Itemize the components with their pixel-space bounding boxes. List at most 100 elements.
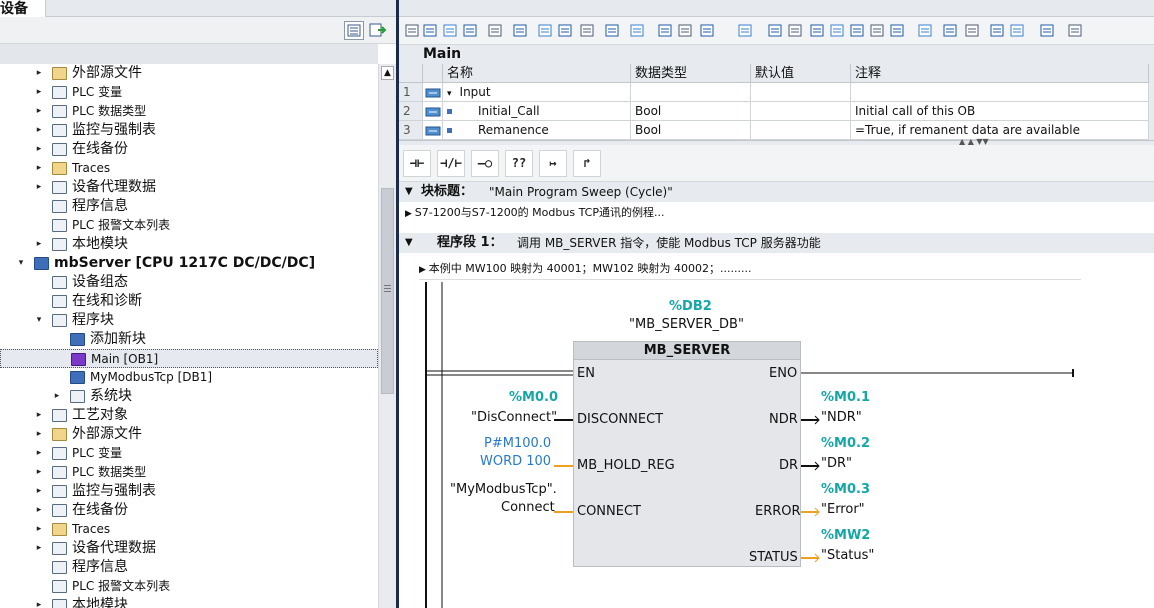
expand-arrow-icon[interactable]: ▸ (34, 159, 44, 178)
instance-db-name[interactable]: "MB_SERVER_DB" (629, 317, 744, 332)
empty-box-button[interactable]: ?? (505, 150, 533, 177)
expand-arrow-icon[interactable]: ▸ (34, 596, 44, 608)
expand-arrow-icon[interactable]: ▸ (34, 64, 44, 83)
expand-arrow-icon[interactable]: ▸ (34, 406, 44, 425)
expand-arrow-icon[interactable]: ▸ (34, 178, 44, 197)
param-default[interactable] (751, 83, 851, 102)
tree-scrollbar[interactable]: ▲ (378, 64, 396, 608)
scrollbar-thumb[interactable] (381, 188, 394, 394)
open-branch-button[interactable]: ↦ (539, 150, 567, 177)
reset-start-icon[interactable] (487, 22, 504, 39)
insert-network-icon[interactable] (404, 22, 421, 39)
network-title[interactable]: 调用 MB_SERVER 指令，使能 Modbus TCP 服务器功能 (517, 233, 821, 253)
tree-item[interactable]: ▸ 在线备份 (0, 501, 378, 520)
tree-item[interactable]: ▸ 系统块 (0, 387, 378, 406)
tree-item[interactable]: ▸ PLC 数据类型 (0, 463, 378, 482)
tree-item[interactable]: ▸ 本地模块 (0, 596, 378, 608)
compile-icon[interactable] (917, 22, 934, 39)
tree-item[interactable]: ▸ 设备代理数据 (0, 539, 378, 558)
error-operand[interactable]: "Error" (821, 502, 865, 517)
tree-item[interactable]: 程序信息 (0, 558, 378, 577)
param-name[interactable]: ▾ Input (443, 83, 631, 102)
stop-icon[interactable] (737, 22, 754, 39)
nc-contact-button[interactable]: ⊣/⊢ (437, 150, 465, 177)
offline-icon[interactable] (1009, 22, 1026, 39)
monitoring-icon[interactable] (1039, 22, 1056, 39)
param-comment[interactable] (851, 83, 1149, 102)
watch-icon[interactable] (809, 22, 826, 39)
expand-arrow-icon[interactable]: ▸ (34, 463, 44, 482)
dr-operand[interactable]: "DR" (821, 456, 852, 471)
interface-row[interactable]: 1 ▾ Input (399, 83, 1154, 102)
ndr-operand[interactable]: "NDR" (821, 410, 862, 425)
upload-icon[interactable] (964, 22, 981, 39)
connect-db-operand[interactable]: "MyModbusTcp". (450, 482, 557, 497)
tree-item[interactable]: ▸ Traces (0, 159, 378, 178)
tree-item[interactable]: ▾ 程序块 (0, 311, 378, 330)
disconnect-operand[interactable]: "DisConnect" (471, 410, 557, 425)
expand-arrow-icon[interactable]: ▸ (34, 501, 44, 520)
param-type[interactable]: Bool (631, 121, 751, 140)
display-format-icon[interactable] (657, 22, 674, 39)
next-error-icon[interactable] (849, 22, 866, 39)
previous-error-icon[interactable] (869, 22, 886, 39)
hold-reg-operand[interactable]: WORD 100 (480, 454, 551, 469)
close-all-icon[interactable] (699, 22, 716, 39)
tree-item[interactable]: Main [OB1] (0, 349, 378, 368)
tree-item[interactable]: ▸ 本地模块 (0, 235, 378, 254)
absolute-operands-icon[interactable] (512, 22, 529, 39)
interface-row[interactable]: 2 Initial_Call Bool Initial call of this OB (399, 102, 1154, 121)
param-type[interactable] (631, 83, 751, 102)
open-all-icon[interactable] (677, 22, 694, 39)
tree-item[interactable]: ▸ 在线备份 (0, 140, 378, 159)
tree-item[interactable]: 设备组态 (0, 273, 378, 292)
scroll-up-icon[interactable]: ▲ (381, 66, 394, 80)
expand-arrow-icon[interactable]: ▸ (34, 121, 44, 140)
coil-button[interactable]: –○ (471, 150, 499, 177)
zoom-icon[interactable] (629, 22, 646, 39)
param-name[interactable]: Initial_Call (443, 102, 631, 121)
expand-arrow-icon[interactable]: ▸ (34, 140, 44, 159)
block-title-value[interactable]: "Main Program Sweep (Cycle)" (489, 182, 673, 202)
param-type[interactable]: Bool (631, 102, 751, 121)
tree-item[interactable]: ▸ PLC 变量 (0, 83, 378, 102)
tree-item[interactable]: ▸ 外部源文件 (0, 425, 378, 444)
expand-arrow-icon[interactable]: ▸ (34, 444, 44, 463)
expand-arrow-icon[interactable]: ▾ (447, 89, 452, 99)
tree-item[interactable]: PLC 报警文本列表 (0, 216, 378, 235)
tree-item[interactable]: ▸ 设备代理数据 (0, 178, 378, 197)
expand-arrow-icon[interactable]: ▾ (16, 254, 26, 273)
go-to-icon[interactable] (767, 22, 784, 39)
step-icon[interactable] (889, 22, 906, 39)
tree-item[interactable]: ▸ 外部源文件 (0, 64, 378, 83)
expand-arrow-icon[interactable]: ▸ (52, 387, 62, 406)
delete-network-icon[interactable] (422, 22, 439, 39)
expand-arrow-icon[interactable]: ▸ (34, 83, 44, 102)
close-branch-button[interactable]: ↱ (573, 150, 601, 177)
overview-view-icon[interactable] (344, 21, 364, 40)
expand-arrow-icon[interactable]: ▾ (34, 311, 44, 330)
tree-item[interactable]: ▸ PLC 数据类型 (0, 102, 378, 121)
comment-icon[interactable] (604, 22, 621, 39)
tree-item[interactable]: MyModbusTcp [DB1] (0, 368, 378, 387)
tree-item[interactable]: ▸ 工艺对象 (0, 406, 378, 425)
append-row-icon[interactable] (462, 22, 479, 39)
insert-row-icon[interactable] (442, 22, 459, 39)
connect-member-operand[interactable]: Connect (501, 500, 555, 515)
expand-arrow-icon[interactable]: ▸ (34, 102, 44, 121)
fb-instance-box[interactable]: MB_SERVER (573, 341, 801, 567)
monitor-icon[interactable] (787, 22, 804, 39)
expand-arrow-icon[interactable]: ▸ (34, 520, 44, 539)
online-icon[interactable] (989, 22, 1006, 39)
expand-arrow-icon[interactable]: ▸ (34, 539, 44, 558)
no-contact-button[interactable]: ⊣⊢ (403, 150, 431, 177)
param-comment[interactable]: Initial call of this OB (851, 102, 1149, 121)
param-name[interactable]: Remanence (443, 121, 631, 140)
memory-icon[interactable] (1067, 22, 1084, 39)
tree-item[interactable]: ▾ mbServer [CPU 1217C DC/DC/DC] (0, 254, 378, 273)
network-collapse-icon[interactable]: ▼ (405, 233, 413, 253)
status-operand[interactable]: "Status" (821, 548, 874, 563)
tree-item[interactable]: 添加新块 (0, 330, 378, 349)
network-comment[interactable]: ▶ 本例中 MW100 映射为 40001；MW102 映射为 40002；..… (419, 258, 1081, 280)
tree-item[interactable]: ▸ Traces (0, 520, 378, 539)
